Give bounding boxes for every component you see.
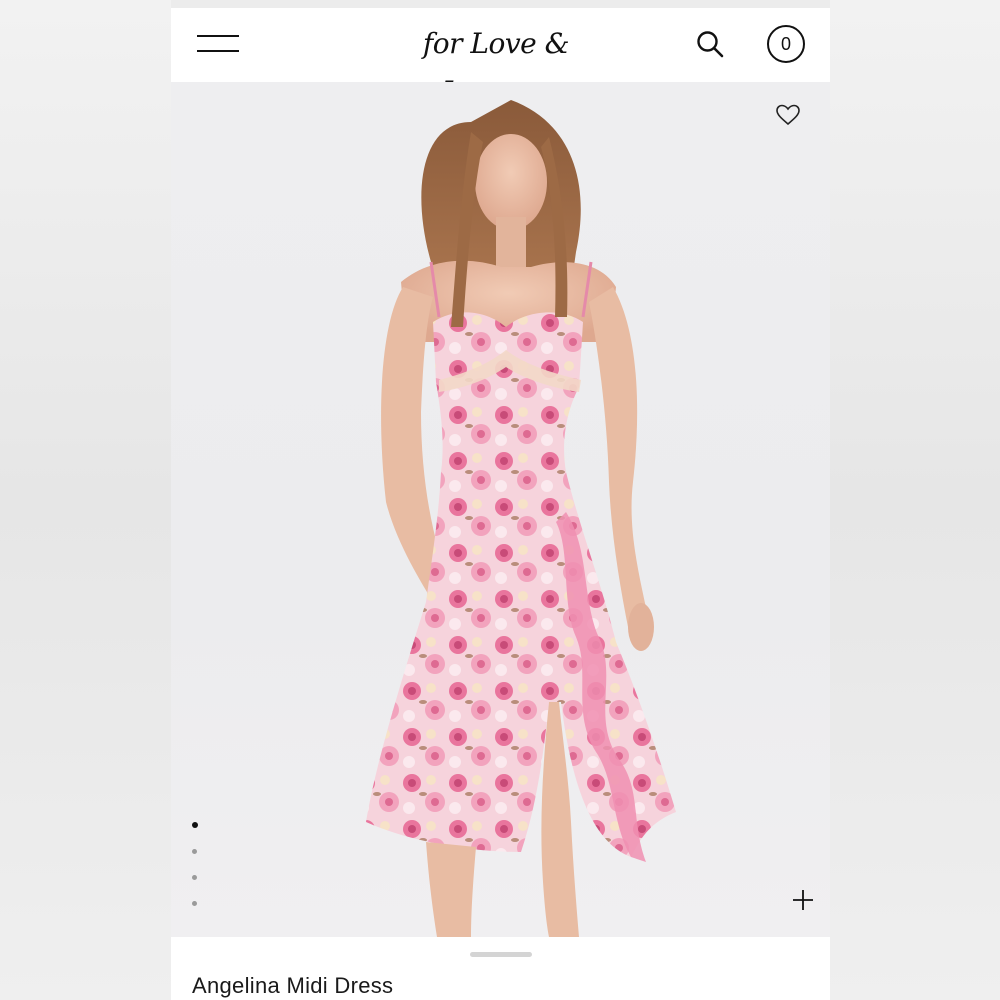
gallery-pagination: [190, 822, 200, 912]
gallery-dot-4[interactable]: [192, 901, 197, 906]
site-header: for Love & Lemons 0: [171, 8, 830, 108]
product-title: Angelina Midi Dress: [192, 973, 394, 998]
background-blur-left: [0, 0, 171, 1000]
gallery-dot-1[interactable]: [191, 822, 198, 828]
background-blur-right: [830, 0, 1000, 1000]
search-icon[interactable]: [695, 29, 725, 59]
brand-logo[interactable]: for Love & Lemons: [376, 20, 616, 108]
gallery-dot-3[interactable]: [192, 875, 197, 880]
heart-outline-icon[interactable]: [775, 102, 801, 128]
mobile-screen: for Love & Lemons 0: [171, 8, 830, 1000]
cart-icon[interactable]: 0: [767, 25, 805, 63]
gallery-dot-2[interactable]: [192, 849, 197, 854]
product-photo: [366, 100, 676, 937]
cart-count: 0: [780, 33, 791, 54]
product-image-gallery[interactable]: [171, 82, 830, 937]
plus-icon[interactable]: [791, 888, 815, 912]
hamburger-menu-icon[interactable]: [197, 35, 239, 53]
sheet-drag-handle[interactable]: [470, 952, 532, 957]
product-info-sheet[interactable]: Angelina Midi Dress: [171, 937, 830, 1000]
